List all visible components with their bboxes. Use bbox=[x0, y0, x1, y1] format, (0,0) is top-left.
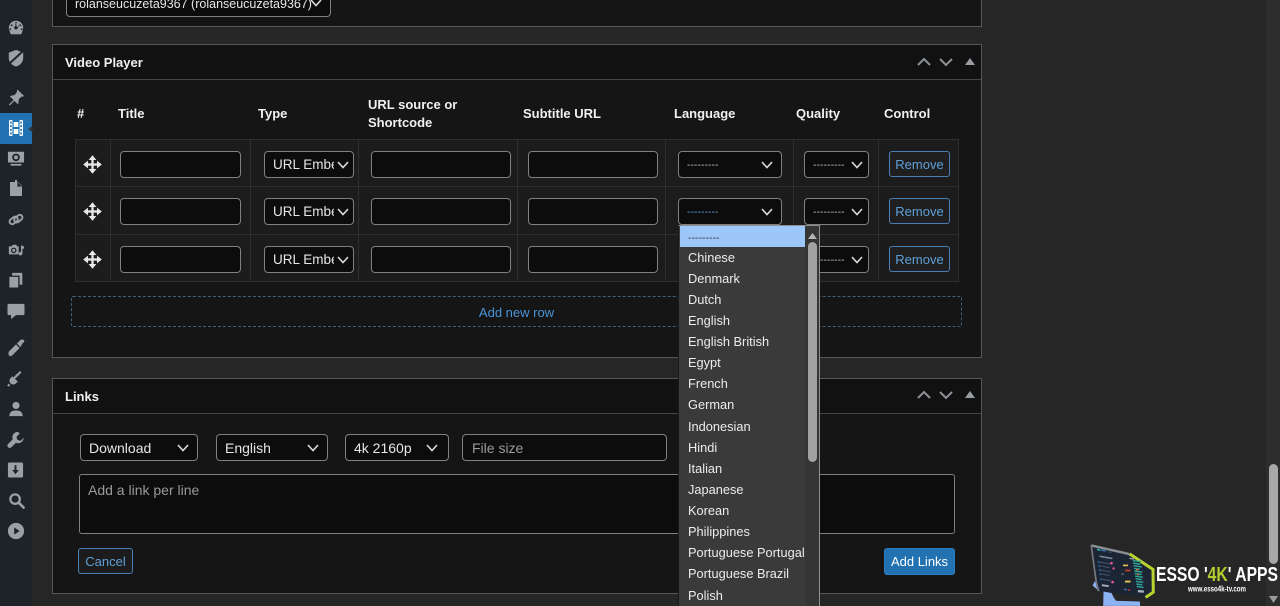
svg-text:ESSO '4K' APPS: ESSO '4K' APPS bbox=[1156, 562, 1278, 586]
svg-text:www.esso4k-tv.com: www.esso4k-tv.com bbox=[1187, 583, 1246, 593]
